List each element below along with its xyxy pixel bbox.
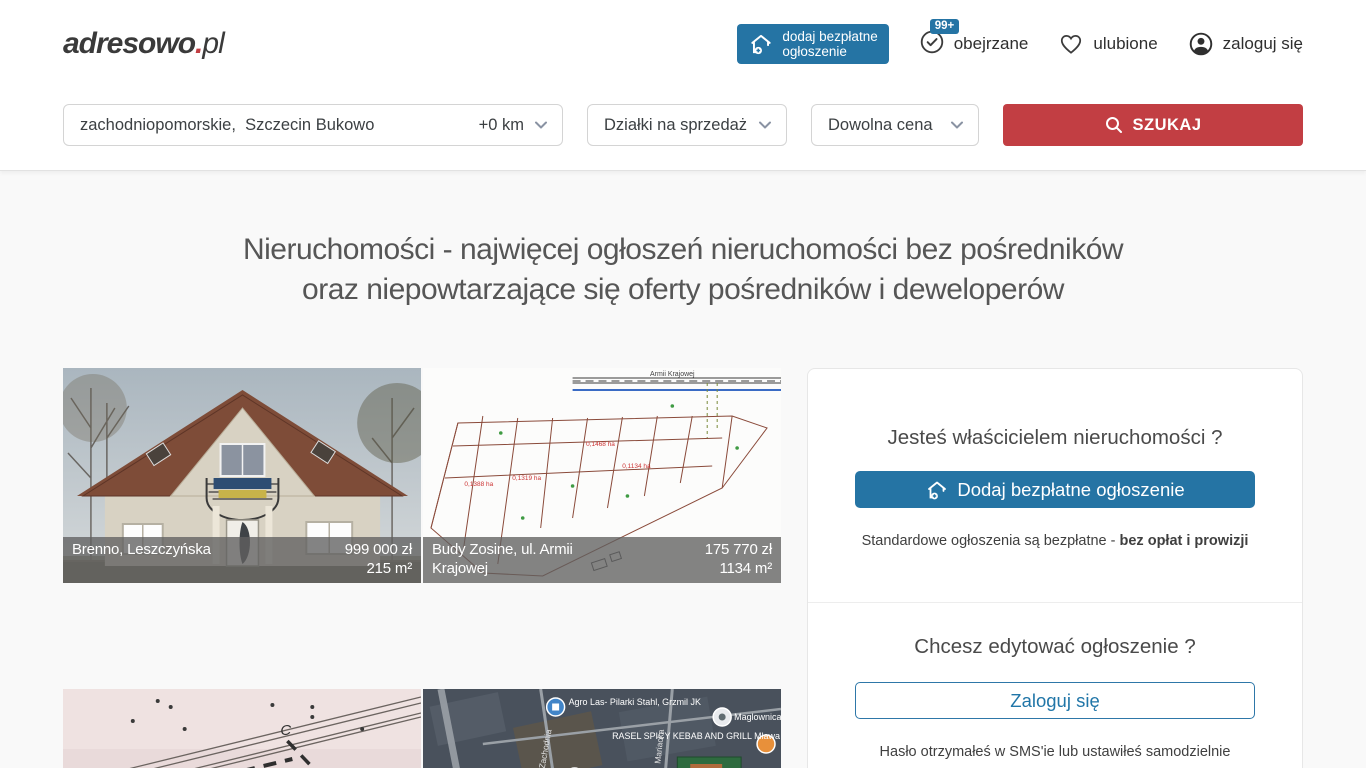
nav-viewed[interactable]: 99+ obejrzane: [919, 29, 1029, 60]
map-poi-label: RASEL SPICY KEBAB AND GRILL Mława: [612, 731, 780, 741]
owner-note-regular: Standardowe ogłoszenia są bezpłatne -: [862, 533, 1120, 549]
listing-photo-sketch: C B D: [63, 689, 421, 768]
owner-section-title: Jesteś właścicielem nieruchomości ?: [808, 426, 1302, 450]
heart-icon: [1058, 31, 1084, 57]
edit-note: Hasło otrzymałeś w SMS'ie lub ustawiłeś …: [808, 744, 1302, 760]
add-listing-label: dodaj bezpłatne ogłoszenie: [782, 29, 877, 59]
page-title-line2: oraz niepowtarzające się oferty pośredni…: [302, 273, 1064, 306]
search-button-label: SZUKAJ: [1132, 116, 1201, 135]
user-circle-icon: [1188, 31, 1214, 57]
listing-area: 215 m²: [345, 559, 412, 578]
map-poi-label: Maglownica Klimek: [734, 712, 781, 722]
nav-viewed-label: obejrzane: [954, 34, 1029, 54]
top-bar: adresowo.pl dodaj bezpłatne ogłoszenie: [0, 0, 1366, 171]
viewed-icon-wrap: 99+: [919, 29, 945, 60]
nav-login-label: zaloguj się: [1223, 34, 1303, 54]
listing-price: 175 770 zł: [705, 540, 772, 559]
map-poi-label: Agro Las- Pilarki Stahl, Grzmil JK: [569, 697, 701, 707]
sidebar-add-listing-label: Dodaj bezpłatne ogłoszenie: [957, 479, 1184, 501]
search-button[interactable]: SZUKAJ: [1003, 104, 1303, 146]
nav-login[interactable]: zaloguj się: [1188, 31, 1303, 57]
adresowo-logo[interactable]: adresowo.pl: [63, 27, 224, 61]
listing-name: Budy Zosine, ul. Armii Krajowej: [432, 540, 629, 578]
plan-plot-label: 0,1388 ha: [464, 481, 493, 488]
logo-text-suffix: pl: [202, 27, 223, 60]
owner-note-bold: bez opłat i prowizji: [1120, 533, 1249, 549]
edit-section: Chcesz edytować ogłoszenie ? Zaloguj się…: [808, 603, 1302, 760]
edit-section-title: Chcesz edytować ogłoszenie ?: [808, 635, 1302, 659]
location-input[interactable]: [64, 105, 479, 145]
listing-card[interactable]: Armii Krajowej 0,1388 ha 0,1319 ha 0,113…: [423, 368, 781, 583]
main-content: Brenno, Leszczyńska 999 000 zł 215 m² Ar…: [63, 368, 1303, 768]
header-nav: dodaj bezpłatne ogłoszenie 99+ obejrzane: [737, 24, 1303, 64]
listing-overlay: Brenno, Leszczyńska 999 000 zł 215 m²: [63, 537, 421, 583]
page-title: Nieruchomości - najwięcej ogłoszeń nieru…: [0, 230, 1366, 310]
chevron-down-icon: [756, 116, 774, 134]
price-value: Dowolna cena: [828, 116, 933, 135]
chevron-down-icon[interactable]: [532, 116, 550, 134]
owner-note: Standardowe ogłoszenia są bezpłatne - be…: [808, 533, 1302, 549]
location-field[interactable]: +0 km: [63, 104, 563, 146]
search-icon: [1104, 115, 1124, 135]
category-value: Działki na sprzedaż: [604, 116, 747, 135]
house-plus-icon: [748, 31, 774, 57]
chevron-down-icon: [948, 116, 966, 134]
add-listing-line2: ogłoszenie: [782, 44, 847, 59]
viewed-count-badge: 99+: [930, 19, 960, 34]
sidebar-login-button[interactable]: Zaloguj się: [855, 682, 1255, 719]
plan-street-label: Armii Krajowej: [650, 371, 695, 378]
sketch-label-c: C: [280, 722, 291, 739]
plan-plot-label: 0,1468 ha: [586, 441, 615, 448]
listing-price-area: 999 000 zł 215 m²: [345, 540, 412, 578]
radius-value: +0 km: [479, 116, 532, 135]
listing-name: Brenno, Leszczyńska: [72, 540, 211, 578]
plan-plot-label: 0,1134 ha: [622, 463, 651, 470]
add-listing-line1: dodaj bezpłatne: [782, 29, 877, 44]
listings-grid: Brenno, Leszczyńska 999 000 zł 215 m² Ar…: [63, 368, 781, 768]
owner-section: Jesteś właścicielem nieruchomości ? Doda…: [808, 369, 1302, 603]
listing-price: 999 000 zł: [345, 540, 412, 559]
category-select[interactable]: Działki na sprzedaż: [587, 104, 787, 146]
search-bar: +0 km Działki na sprzedaż Dowolna cena S…: [0, 88, 1366, 170]
logo-text-main: adresowo: [63, 27, 195, 60]
page-title-line1: Nieruchomości - najwięcej ogłoszeń nieru…: [243, 233, 1123, 266]
listing-card[interactable]: Agro Las- Pilarki Stahl, Grzmil JK Maglo…: [423, 689, 781, 768]
listing-overlay: Budy Zosine, ul. Armii Krajowej 175 770 …: [423, 537, 781, 583]
listing-card[interactable]: C B D Otwock Świder, ul. 950 000 zł: [63, 689, 421, 768]
house-plus-icon: [925, 478, 949, 502]
listing-area: 1134 m²: [705, 559, 772, 578]
header: adresowo.pl dodaj bezpłatne ogłoszenie: [0, 0, 1366, 88]
nav-favorites[interactable]: ulubione: [1058, 31, 1157, 57]
sidebar-login-label: Zaloguj się: [1010, 690, 1099, 712]
sidebar-add-listing-button[interactable]: Dodaj bezpłatne ogłoszenie: [855, 471, 1255, 508]
add-listing-button[interactable]: dodaj bezpłatne ogłoszenie: [737, 24, 888, 64]
plan-plot-label: 0,1319 ha: [512, 475, 541, 482]
listing-price-area: 175 770 zł 1134 m²: [705, 540, 772, 578]
listing-photo-map: Agro Las- Pilarki Stahl, Grzmil JK Maglo…: [423, 689, 781, 768]
nav-favorites-label: ulubione: [1093, 34, 1157, 54]
sidebar-card: Jesteś właścicielem nieruchomości ? Doda…: [807, 368, 1303, 768]
price-select[interactable]: Dowolna cena: [811, 104, 979, 146]
listing-card[interactable]: Brenno, Leszczyńska 999 000 zł 215 m²: [63, 368, 421, 583]
